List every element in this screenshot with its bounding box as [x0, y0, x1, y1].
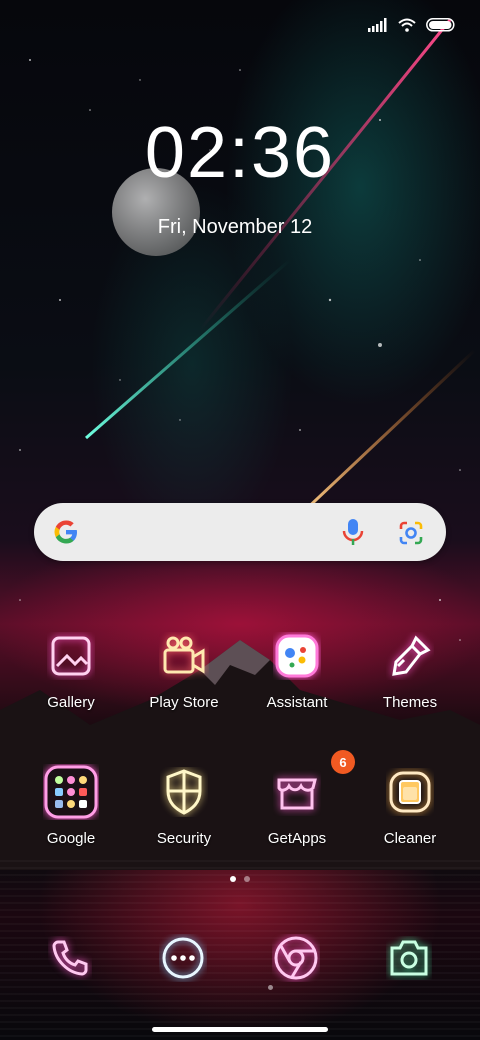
- gallery-icon: [41, 626, 101, 686]
- app-label: Cleaner: [383, 830, 437, 847]
- assistant-icon: [267, 626, 327, 686]
- page-indicator[interactable]: [0, 876, 480, 882]
- messages-icon: [162, 937, 204, 979]
- status-bar: [368, 18, 456, 32]
- app-label: Gallery: [47, 694, 95, 711]
- app-label: Play Store: [149, 694, 219, 711]
- clock-time[interactable]: 02:36: [0, 112, 480, 194]
- store-icon: 6: [267, 750, 355, 822]
- app-play-store[interactable]: Play Store: [129, 626, 239, 711]
- dock-camera[interactable]: [369, 930, 449, 986]
- cleaner-icon: [380, 762, 440, 822]
- chrome-icon: [274, 936, 318, 980]
- app-google-folder[interactable]: Google: [16, 762, 126, 847]
- app-cleaner[interactable]: Cleaner: [355, 762, 465, 847]
- app-label: Assistant: [266, 694, 328, 711]
- clock-date[interactable]: Fri, November 12: [0, 216, 470, 239]
- camera-icon: [390, 940, 428, 976]
- shield-icon: [154, 762, 214, 822]
- google-folder-icon: [41, 762, 101, 822]
- app-themes[interactable]: Themes: [355, 626, 465, 711]
- google-lens-icon[interactable]: [398, 520, 424, 546]
- page-dot-active[interactable]: [230, 876, 236, 882]
- app-label: Google: [46, 830, 96, 847]
- app-label: GetApps: [267, 830, 327, 847]
- google-search-bar[interactable]: [34, 503, 446, 561]
- google-g-icon: [54, 520, 77, 544]
- app-assistant[interactable]: Assistant: [242, 626, 352, 711]
- app-gallery[interactable]: Gallery: [16, 626, 126, 711]
- play-store-icon: [154, 626, 214, 686]
- battery-icon: [426, 18, 455, 32]
- app-label: Security: [156, 830, 212, 847]
- app-label: Themes: [382, 694, 438, 711]
- page-dot[interactable]: [244, 876, 250, 882]
- app-getapps[interactable]: 6 GetApps: [242, 750, 355, 847]
- dock-indicator-dot: [268, 985, 273, 990]
- dock-phone[interactable]: [30, 930, 110, 986]
- notification-badge: 6: [331, 750, 355, 774]
- gesture-navigation-bar[interactable]: [152, 1027, 328, 1032]
- dock-messages[interactable]: [143, 930, 223, 986]
- app-security[interactable]: Security: [129, 762, 239, 847]
- wifi-icon: [398, 18, 416, 32]
- mic-icon[interactable]: [341, 517, 365, 547]
- themes-brush-icon: [380, 626, 440, 686]
- dock-chrome[interactable]: [256, 930, 336, 986]
- signal-icon: [368, 18, 387, 32]
- phone-icon: [52, 940, 88, 976]
